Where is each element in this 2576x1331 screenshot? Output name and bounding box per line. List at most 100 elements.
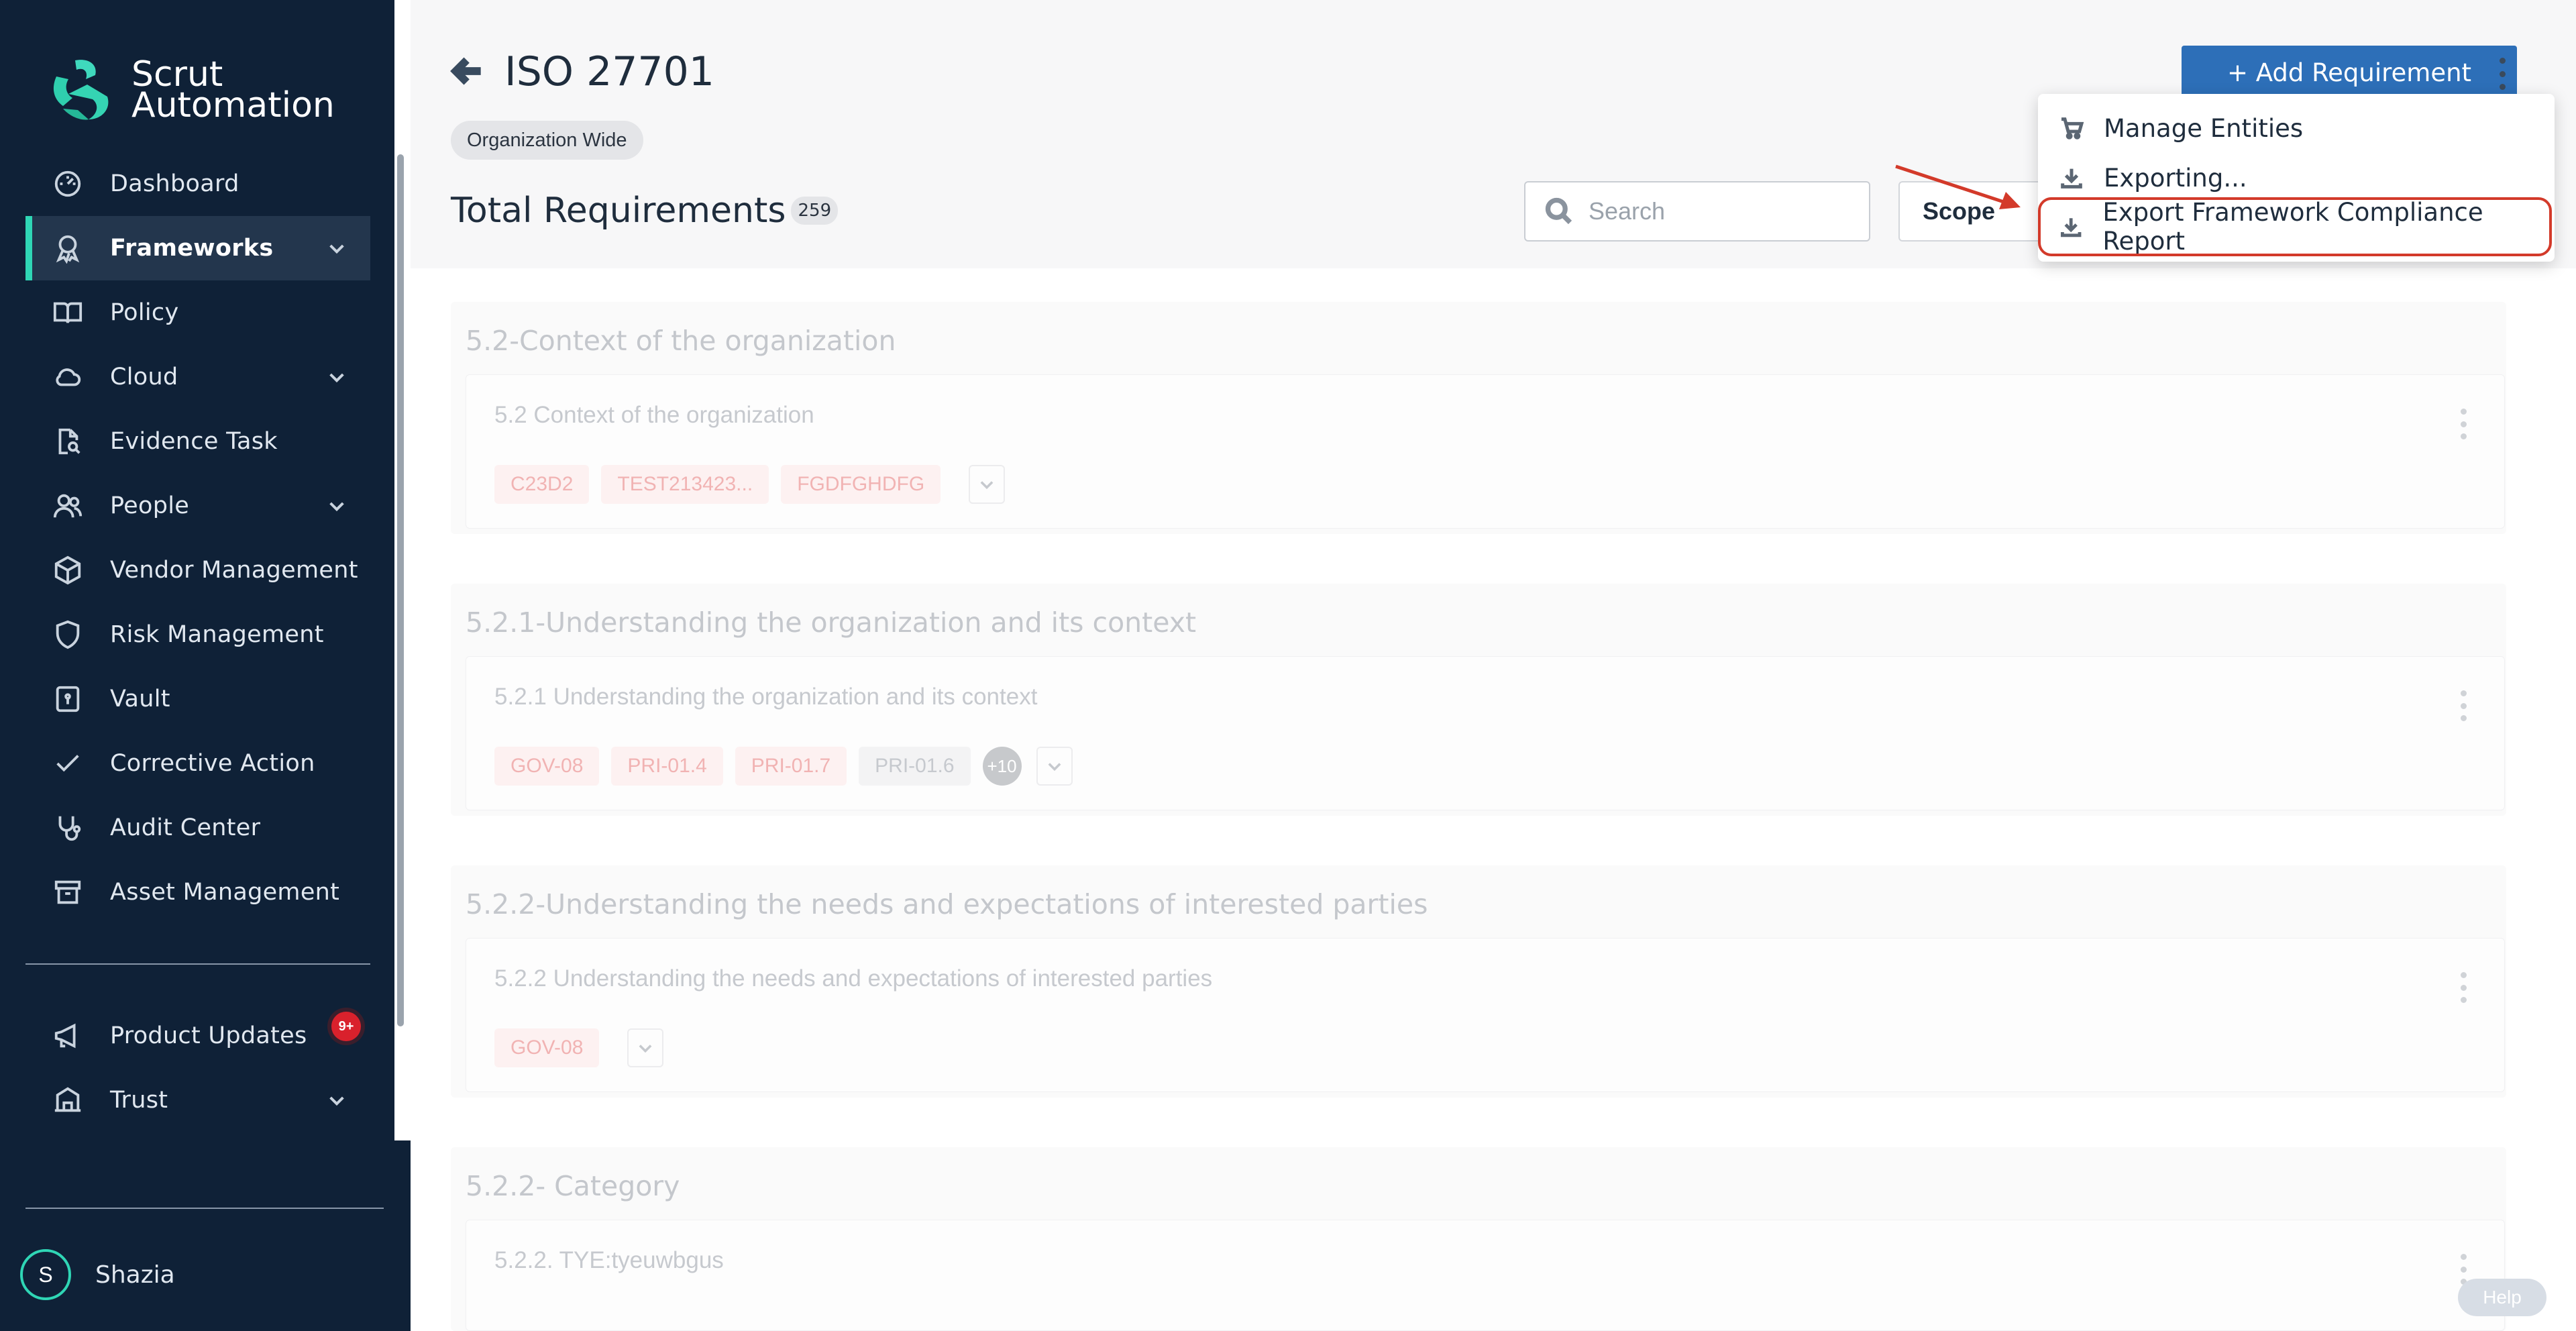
section-title: 5.2.2- Category xyxy=(466,1170,680,1202)
sidebar-item-dashboard[interactable]: Dashboard xyxy=(25,152,370,216)
requirement-section: 5.2-Context of the organization 5.2 Cont… xyxy=(451,302,2506,534)
page-title: ISO 27701 xyxy=(504,48,714,95)
control-tag[interactable]: FGDFGHDFG xyxy=(781,465,941,504)
section-title: 5.2.1-Understanding the organization and… xyxy=(466,606,1197,639)
sidebar: Scrut Automation Dashboard Frameworks Po… xyxy=(0,0,411,1331)
requirement-card[interactable]: 5.2.1 Understanding the organization and… xyxy=(466,656,2505,810)
vault-lock-icon xyxy=(51,682,85,716)
expand-tags-button[interactable] xyxy=(969,465,1006,504)
sidebar-item-evidence-task[interactable]: Evidence Task xyxy=(25,409,370,474)
sidebar-divider xyxy=(25,963,370,965)
control-tag[interactable]: PRI-01.7 xyxy=(735,747,847,786)
sidebar-item-policy[interactable]: Policy xyxy=(25,280,370,345)
requirement-card[interactable]: 5.2.2 Understanding the needs and expect… xyxy=(466,938,2505,1092)
menu-item-label: Manage Entities xyxy=(2104,113,2304,143)
card-title: 5.2.2 Understanding the needs and expect… xyxy=(494,965,1213,992)
download-icon xyxy=(2061,168,2082,189)
control-tags: GOV-08 xyxy=(494,1028,664,1067)
section-title: 5.2.2-Understanding the needs and expect… xyxy=(466,888,1428,920)
sidebar-item-trust[interactable]: Trust xyxy=(25,1068,370,1132)
requirement-card[interactable]: 5.2 Context of the organization C23D2 TE… xyxy=(466,374,2505,529)
card-title: 5.2.1 Understanding the organization and… xyxy=(494,684,1038,710)
control-tag[interactable]: PRI-01.4 xyxy=(611,747,723,786)
control-tag[interactable]: PRI-01.6 xyxy=(859,747,971,786)
back-arrow-icon[interactable] xyxy=(449,52,487,90)
chevron-down-icon[interactable] xyxy=(326,495,347,517)
user-profile[interactable]: S Shazia xyxy=(20,1249,175,1300)
search-box[interactable] xyxy=(1524,181,1870,242)
book-open-icon xyxy=(51,296,85,329)
sidebar-item-label: Risk Management xyxy=(110,621,324,648)
chevron-down-icon[interactable] xyxy=(326,366,347,388)
sidebar-item-asset-management[interactable]: Asset Management xyxy=(25,860,370,924)
sidebar-item-product-updates[interactable]: Product Updates xyxy=(25,1004,370,1068)
control-tags: C23D2 TEST213423... FGDFGHDFG xyxy=(494,465,1006,504)
sidebar-item-vendor-management[interactable]: Vendor Management xyxy=(25,538,370,602)
card-more-icon[interactable] xyxy=(2459,972,2468,1003)
add-requirement-button[interactable]: + Add Requirement xyxy=(2182,46,2517,99)
sidebar-item-label: Policy xyxy=(110,299,179,326)
checkmark-icon xyxy=(51,747,85,780)
card-title: 5.2 Context of the organization xyxy=(494,402,814,428)
help-label: Help xyxy=(2483,1287,2522,1308)
chevron-down-icon xyxy=(1048,763,1061,771)
search-input[interactable] xyxy=(1589,197,1857,225)
sidebar-item-label: Trust xyxy=(110,1087,168,1114)
control-tag[interactable]: GOV-08 xyxy=(494,1028,600,1067)
logo[interactable]: Scrut Automation xyxy=(48,56,335,123)
chevron-down-icon xyxy=(980,481,994,490)
control-tag[interactable]: C23D2 xyxy=(494,465,590,504)
more-options-icon[interactable] xyxy=(2496,58,2509,90)
expand-tags-button[interactable] xyxy=(1036,747,1073,786)
menu-item-exporting[interactable]: Exporting... xyxy=(2038,153,2555,203)
sidebar-item-label: Audit Center xyxy=(110,814,261,841)
sidebar-item-label: People xyxy=(110,492,190,519)
card-more-icon[interactable] xyxy=(2459,1254,2468,1285)
card-title: 5.2.2. TYE:tyeuwbgus xyxy=(494,1247,724,1273)
shield-icon xyxy=(51,618,85,651)
archive-box-icon xyxy=(51,875,85,909)
scope-button[interactable]: Scope xyxy=(1898,181,2053,242)
total-requirements: Total Requirements 259 xyxy=(451,191,839,231)
total-label: Total Requirements xyxy=(451,191,786,231)
sidebar-item-label: Frameworks xyxy=(110,235,274,262)
trust-building-icon xyxy=(51,1083,85,1117)
sidebar-item-audit-center[interactable]: Audit Center xyxy=(25,796,370,860)
sidebar-nav: Dashboard Frameworks Policy Cloud Eviden… xyxy=(25,152,370,924)
sidebar-item-people[interactable]: People xyxy=(25,474,370,538)
scope-pill: Organization Wide xyxy=(451,121,643,160)
help-button[interactable]: Help xyxy=(2458,1279,2546,1316)
sidebar-item-risk-management[interactable]: Risk Management xyxy=(25,602,370,667)
control-tag[interactable]: TEST213423... xyxy=(601,465,769,504)
more-tags-count[interactable]: +10 xyxy=(982,747,1022,786)
sidebar-item-vault[interactable]: Vault xyxy=(25,667,370,731)
control-tags: GOV-08 PRI-01.4 PRI-01.7 PRI-01.6 +10 xyxy=(494,747,1073,786)
chevron-down-icon[interactable] xyxy=(326,1089,347,1111)
count-badge: 259 xyxy=(791,197,839,225)
sidebar-item-label: Dashboard xyxy=(110,170,239,197)
section-title: 5.2-Context of the organization xyxy=(466,325,896,357)
sidebar-item-cloud[interactable]: Cloud xyxy=(25,345,370,409)
notification-badge: 9+ xyxy=(331,1012,361,1041)
requirements-list: 5.2-Context of the organization 5.2 Cont… xyxy=(411,268,2576,1331)
sidebar-scrollbar[interactable] xyxy=(397,154,404,1026)
chevron-down-icon[interactable] xyxy=(326,237,347,259)
sidebar-item-frameworks[interactable]: Frameworks xyxy=(25,216,370,280)
menu-item-manage-entities[interactable]: Manage Entities xyxy=(2038,103,2555,153)
requirement-card[interactable]: 5.2.2. TYE:tyeuwbgus xyxy=(466,1220,2505,1331)
package-box-icon xyxy=(51,553,85,587)
megaphone-icon xyxy=(51,1019,85,1053)
avatar: S xyxy=(20,1249,71,1300)
control-tag[interactable]: GOV-08 xyxy=(494,747,600,786)
sidebar-item-corrective-action[interactable]: Corrective Action xyxy=(25,731,370,796)
expand-tags-button[interactable] xyxy=(627,1028,664,1067)
award-ribbon-icon xyxy=(51,231,85,265)
cloud-icon xyxy=(51,360,85,394)
sidebar-item-label: Corrective Action xyxy=(110,750,315,777)
sidebar-item-label: Product Updates xyxy=(110,1022,307,1049)
card-more-icon[interactable] xyxy=(2459,409,2468,439)
scrut-logo-icon xyxy=(53,60,109,120)
card-more-icon[interactable] xyxy=(2459,690,2468,721)
sidebar-item-label: Vault xyxy=(110,686,170,712)
sidebar-item-label: Vendor Management xyxy=(110,557,358,584)
